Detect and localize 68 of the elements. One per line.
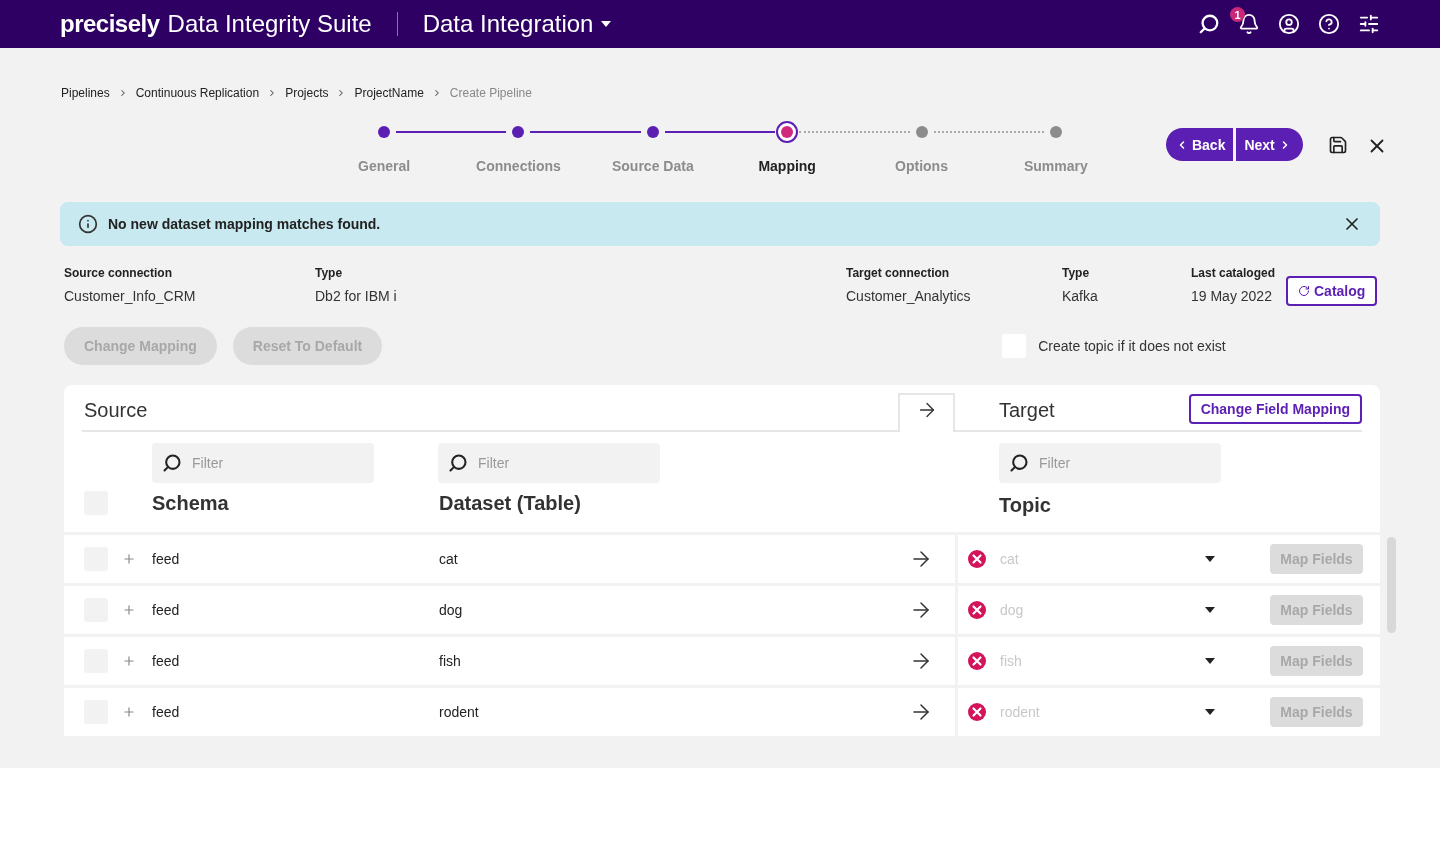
step-label: Connections <box>475 158 562 174</box>
caret-icon <box>1205 658 1215 664</box>
product-dropdown[interactable]: Data Integration <box>422 10 612 38</box>
scrollbar[interactable] <box>1387 537 1396 633</box>
info-value: Db2 for IBM i <box>315 288 398 304</box>
filter-field[interactable]: Filter <box>438 443 660 483</box>
change-field-mapping-button[interactable]: Change Field Mapping <box>1188 394 1362 424</box>
logo: precisely <box>60 10 160 38</box>
caret-icon <box>1205 607 1215 613</box>
info-label: Type <box>315 266 344 280</box>
step-label: General <box>357 158 412 174</box>
column-header: Schema <box>152 491 230 515</box>
table-cell-text: feed <box>152 704 181 720</box>
checkbox-label: Create topic if it does not exist <box>1038 338 1226 354</box>
info-value: Customer_Analytics <box>846 288 972 304</box>
info-value: Customer_Info_CRM <box>64 288 197 304</box>
table-cell-text: dog <box>439 602 464 618</box>
step-dot[interactable] <box>378 126 390 138</box>
search-icon[interactable] <box>1198 13 1220 35</box>
step-dot[interactable] <box>512 126 525 138</box>
table-cell-text: feed <box>152 551 181 567</box>
notification-badge: 1 <box>1230 7 1245 22</box>
info-label: Target connection <box>846 266 951 280</box>
table-cell-text: rodent <box>439 704 480 720</box>
filter-field[interactable]: Filter <box>152 443 374 483</box>
step-dot[interactable] <box>646 126 659 138</box>
column-header: Topic <box>999 493 1051 517</box>
step-label: Options <box>894 158 949 174</box>
breadcrumb-link[interactable]: Continuous Replication <box>135 85 260 100</box>
breadcrumb-link[interactable]: Pipelines <box>61 85 110 100</box>
source-title: Source <box>82 385 898 432</box>
search-icon <box>162 453 182 473</box>
info-label: Source connection <box>64 266 174 280</box>
help-icon[interactable] <box>1318 13 1340 35</box>
table-cell-text: cat <box>439 551 459 567</box>
next-button[interactable]: Next <box>1236 128 1303 161</box>
table-cell-text: feed <box>152 653 181 669</box>
caret-icon <box>1205 709 1215 715</box>
catalog-button[interactable]: Catalog <box>1286 276 1378 306</box>
caret-icon <box>601 21 612 27</box>
search-icon <box>448 453 468 473</box>
step-label: Mapping <box>757 158 817 174</box>
info-label: Type <box>1062 266 1091 280</box>
breadcrumb-link[interactable]: ProjectName <box>354 85 424 100</box>
breadcrumb-link[interactable]: Create Pipeline <box>449 85 532 100</box>
search-icon <box>1009 453 1029 473</box>
step-label: Source Data <box>610 158 695 174</box>
info-value: Kafka <box>1062 288 1099 304</box>
column-header: Dataset (Table) <box>439 491 582 515</box>
table-cell-text: feed <box>152 602 181 618</box>
step-dot[interactable] <box>1049 126 1062 138</box>
back-button[interactable]: Back <box>1165 128 1234 161</box>
alert-message: No new dataset mapping matches found. <box>108 216 381 232</box>
filter-field[interactable]: Filter <box>999 443 1221 483</box>
user-icon[interactable] <box>1278 13 1300 35</box>
settings-icon[interactable] <box>1358 13 1380 35</box>
info-icon <box>78 214 98 234</box>
step-label: Summary <box>1022 158 1089 174</box>
table-cell-text: fish <box>439 653 462 669</box>
info-value: 19 May 2022 <box>1191 288 1273 304</box>
step-dot[interactable] <box>915 126 928 138</box>
target-title: Target <box>999 399 1055 422</box>
info-label: Last cataloged <box>1191 266 1277 280</box>
caret-icon <box>1205 556 1215 562</box>
refresh-icon <box>1298 285 1310 297</box>
suite-title: Data Integrity Suite <box>167 10 372 38</box>
breadcrumb-link[interactable]: Projects <box>285 85 329 100</box>
step-dot[interactable] <box>776 121 799 143</box>
